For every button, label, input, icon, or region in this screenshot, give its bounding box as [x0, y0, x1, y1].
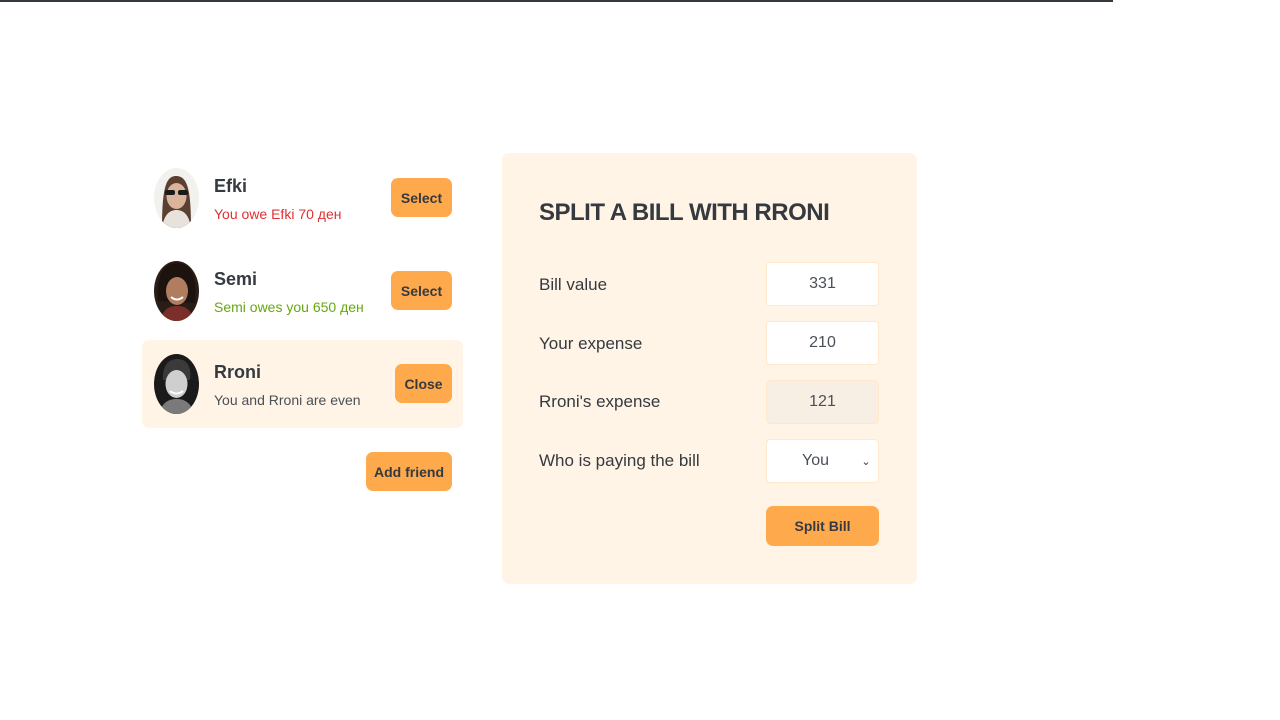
your-expense-label: Your expense [539, 334, 643, 353]
friend-balance: You owe Efki 70 ден [214, 206, 342, 222]
friend-name: Rroni [214, 362, 261, 382]
bill-value-label: Bill value [539, 275, 608, 294]
friend-expense-input [766, 380, 879, 424]
add-friend-button[interactable]: Add friend [366, 452, 452, 491]
friend-avatar-rroni [154, 354, 199, 414]
friend-item-semi: Semi Semi owes you 650 ден Select [142, 247, 463, 335]
friend-avatar-semi [154, 261, 199, 321]
friend-balance: Semi owes you 650 ден [214, 299, 364, 315]
select-friend-button[interactable]: Select [391, 271, 452, 310]
payer-label: Who is paying the bill [539, 451, 700, 470]
friend-name: Semi [214, 269, 258, 289]
chevron-down-icon: ⌄ [861, 455, 871, 468]
your-expense-input[interactable] [766, 321, 879, 365]
payer-select[interactable]: You ⌄ [766, 439, 879, 483]
friend-name: Efki [214, 176, 248, 196]
split-bill-form: Split a bill with Rroni Bill value Your … [502, 153, 917, 584]
top-border [0, 0, 1113, 2]
split-form-title: Split a bill with Rroni [539, 199, 830, 226]
friend-expense-label: Rroni's expense [539, 392, 661, 411]
friend-item-efki: Efki You owe Efki 70 ден Select [142, 154, 463, 242]
friend-avatar-efki [154, 168, 199, 228]
friend-item-rroni: Rroni You and Rroni are even Close [142, 340, 463, 428]
close-friend-button[interactable]: Close [395, 364, 452, 403]
select-friend-button[interactable]: Select [391, 178, 452, 217]
bill-value-input[interactable] [766, 262, 879, 306]
friends-list: Efki You owe Efki 70 ден Select Semi Sem… [142, 154, 463, 433]
payer-select-value: You [802, 452, 829, 469]
split-bill-button[interactable]: Split Bill [766, 506, 879, 546]
friend-balance: You and Rroni are even [214, 392, 361, 408]
